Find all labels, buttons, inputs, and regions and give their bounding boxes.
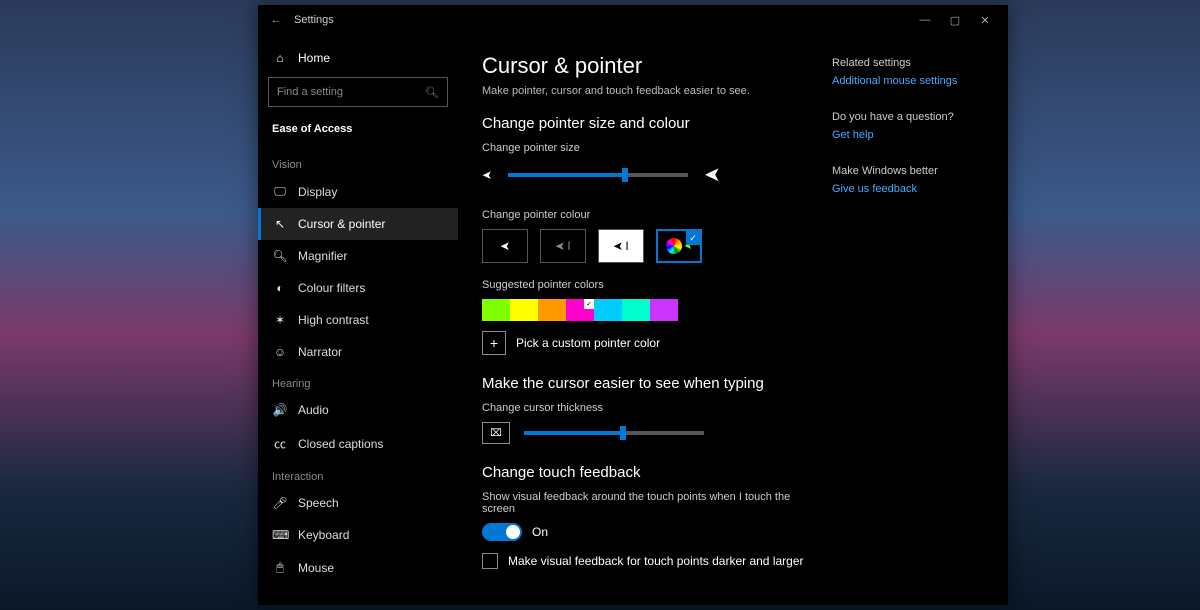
- large-cursor-icon: ➤: [704, 162, 721, 187]
- search-placeholder: Find a setting: [277, 86, 343, 98]
- question-heading: Do you have a question?: [832, 111, 984, 123]
- make-better-heading: Make Windows better: [832, 165, 984, 177]
- titlebar: ← Settings — ▢ ✕: [258, 5, 1008, 35]
- page-subtitle: Make pointer, cursor and touch feedback …: [482, 85, 824, 97]
- darker-larger-label: Make visual feedback for touch points da…: [508, 554, 804, 568]
- pick-custom-color[interactable]: + Pick a custom pointer color: [482, 331, 824, 355]
- pointer-colour-black[interactable]: ➤I: [540, 229, 586, 263]
- section-cursor-heading: Make the cursor easier to see when typin…: [482, 375, 824, 392]
- sidebar-item-magnifier[interactable]: 🔍︎Magnifier: [258, 240, 458, 272]
- check-icon: ✓: [584, 299, 594, 309]
- search-icon: 🔍︎: [425, 86, 439, 99]
- custom-color-label: Pick a custom pointer color: [516, 336, 660, 350]
- filters-icon: ◐: [272, 281, 288, 295]
- section-size-colour-heading: Change pointer size and colour: [482, 115, 824, 132]
- color-swatch[interactable]: [538, 299, 566, 321]
- settings-window: ← Settings — ▢ ✕ ⌂ Home Find a setting 🔍…: [258, 5, 1008, 605]
- window-title: Settings: [294, 14, 334, 26]
- home-label: Home: [298, 51, 330, 65]
- breadcrumb: Ease of Access: [258, 117, 458, 149]
- display-icon: 🖵: [272, 184, 288, 199]
- magnifier-icon: 🔍︎: [272, 249, 288, 263]
- toggle-state: On: [532, 525, 548, 539]
- sidebar-item-display[interactable]: 🖵Display: [258, 175, 458, 208]
- touch-feedback-toggle[interactable]: [482, 523, 522, 541]
- close-button[interactable]: ✕: [970, 14, 1000, 27]
- back-button[interactable]: ←: [266, 14, 286, 26]
- search-input[interactable]: Find a setting 🔍︎: [268, 77, 448, 107]
- minimize-button[interactable]: —: [910, 14, 940, 26]
- color-swatches: ✓: [482, 299, 824, 321]
- darker-larger-checkbox[interactable]: [482, 553, 498, 569]
- page-title: Cursor & pointer: [482, 53, 824, 79]
- sidebar-item-closed-captions[interactable]: ㏄Closed captions: [258, 426, 458, 461]
- plus-icon: +: [482, 331, 506, 355]
- color-swatch[interactable]: [510, 299, 538, 321]
- feedback-link[interactable]: Give us feedback: [832, 183, 984, 195]
- touch-toggle-label: Show visual feedback around the touch po…: [482, 491, 824, 515]
- cursor-thickness-label: Change cursor thickness: [482, 402, 824, 414]
- color-swatch[interactable]: [622, 299, 650, 321]
- thickness-preview: ⌧: [482, 422, 510, 444]
- sidebar-item-mouse[interactable]: 🖱︎Mouse: [258, 551, 458, 584]
- pointer-size-label: Change pointer size: [482, 142, 824, 154]
- home-icon: ⌂: [272, 51, 288, 65]
- pointer-size-slider[interactable]: [508, 173, 688, 177]
- cursor-icon: ↖: [272, 217, 288, 231]
- group-hearing: Hearing: [258, 368, 458, 394]
- sidebar: ⌂ Home Find a setting 🔍︎ Ease of Access …: [258, 35, 458, 605]
- sidebar-item-keyboard[interactable]: ⌨Keyboard: [258, 519, 458, 551]
- contrast-icon: ✶: [272, 313, 288, 327]
- cursor-thickness-slider[interactable]: [524, 431, 704, 435]
- group-interaction: Interaction: [258, 461, 458, 487]
- group-vision: Vision: [258, 149, 458, 175]
- color-swatch[interactable]: [594, 299, 622, 321]
- sidebar-item-speech[interactable]: 🎤︎Speech: [258, 487, 458, 519]
- right-panel: Related settings Additional mouse settin…: [824, 53, 984, 587]
- pointer-colour-custom[interactable]: ➤✓: [656, 229, 702, 263]
- keyboard-icon: ⌨: [272, 528, 288, 542]
- speech-icon: 🎤︎: [272, 496, 288, 510]
- sidebar-item-cursor-pointer[interactable]: ↖Cursor & pointer: [258, 208, 458, 240]
- pointer-colour-inverted[interactable]: ➤I: [598, 229, 644, 263]
- pointer-colour-white[interactable]: ➤: [482, 229, 528, 263]
- suggested-colors-label: Suggested pointer colors: [482, 279, 824, 291]
- additional-mouse-settings-link[interactable]: Additional mouse settings: [832, 75, 984, 87]
- sidebar-item-narrator[interactable]: ☺Narrator: [258, 336, 458, 368]
- section-touch-heading: Change touch feedback: [482, 464, 824, 481]
- color-swatch[interactable]: [482, 299, 510, 321]
- sidebar-item-high-contrast[interactable]: ✶High contrast: [258, 304, 458, 336]
- narrator-icon: ☺: [272, 345, 288, 359]
- color-swatch[interactable]: [650, 299, 678, 321]
- sidebar-item-colour-filters[interactable]: ◐Colour filters: [258, 272, 458, 304]
- main-content: Cursor & pointer Make pointer, cursor an…: [458, 35, 1008, 605]
- mouse-icon: 🖱︎: [272, 560, 288, 575]
- captions-icon: ㏄: [272, 435, 288, 452]
- maximize-button[interactable]: ▢: [940, 14, 970, 27]
- check-icon: ✓: [686, 231, 700, 245]
- pointer-colour-label: Change pointer colour: [482, 209, 824, 221]
- small-cursor-icon: ➤: [482, 168, 492, 182]
- sidebar-item-audio[interactable]: 🔊Audio: [258, 394, 458, 426]
- related-settings-heading: Related settings: [832, 57, 984, 69]
- home-link[interactable]: ⌂ Home: [258, 43, 458, 73]
- audio-icon: 🔊: [272, 403, 288, 417]
- get-help-link[interactable]: Get help: [832, 129, 984, 141]
- color-wheel-icon: [666, 238, 682, 254]
- color-swatch[interactable]: ✓: [566, 299, 594, 321]
